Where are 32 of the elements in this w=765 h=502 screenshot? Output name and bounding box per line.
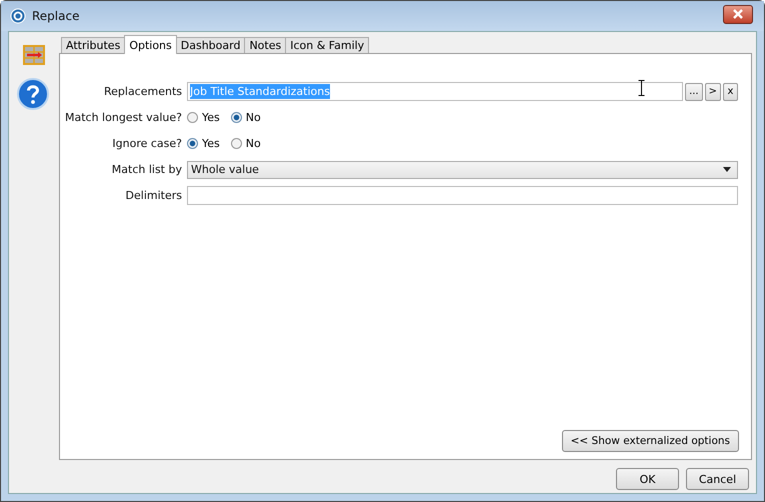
tab[interactable]: Dashboard bbox=[176, 37, 246, 53]
field-label: Match list by bbox=[110, 163, 182, 176]
small-button[interactable]: > bbox=[704, 82, 721, 100]
tab[interactable]: Notes bbox=[244, 37, 286, 53]
text-cursor-icon bbox=[638, 80, 645, 96]
dialog-button[interactable]: Cancel bbox=[686, 468, 749, 490]
dropdown-value: Whole value bbox=[191, 163, 259, 176]
dialog-button[interactable]: OK bbox=[616, 468, 679, 490]
small-button[interactable]: ... bbox=[685, 82, 703, 100]
table-arrow-icon bbox=[23, 45, 45, 65]
small-button[interactable]: x bbox=[723, 82, 738, 100]
dropdown[interactable]: Whole value bbox=[187, 160, 738, 178]
dropdown-arrow-icon bbox=[723, 167, 731, 172]
window-title: Replace bbox=[32, 9, 80, 23]
radio-button[interactable]: No bbox=[230, 137, 261, 150]
field-label: Ignore case? bbox=[111, 137, 182, 150]
close-button[interactable] bbox=[723, 4, 753, 24]
field-label: Match longest value? bbox=[64, 111, 182, 124]
app-icon bbox=[10, 8, 26, 24]
show-externalized-options-button[interactable]: << Show externalized options bbox=[562, 430, 739, 452]
tab[interactable]: Attributes bbox=[61, 37, 126, 53]
field-label: Replacements bbox=[102, 85, 182, 98]
tab[interactable]: Icon & Family bbox=[285, 37, 370, 53]
radio-button[interactable]: Yes bbox=[187, 111, 220, 124]
field-label: Delimiters bbox=[124, 189, 182, 202]
close-icon bbox=[732, 9, 744, 19]
field-value: Job Title Standardizations bbox=[190, 84, 330, 99]
radio-button[interactable]: No bbox=[230, 111, 261, 124]
tab[interactable]: Options bbox=[124, 35, 177, 54]
help-icon bbox=[17, 78, 49, 110]
radio-button[interactable]: Yes bbox=[187, 137, 220, 150]
text-field[interactable] bbox=[187, 186, 738, 205]
